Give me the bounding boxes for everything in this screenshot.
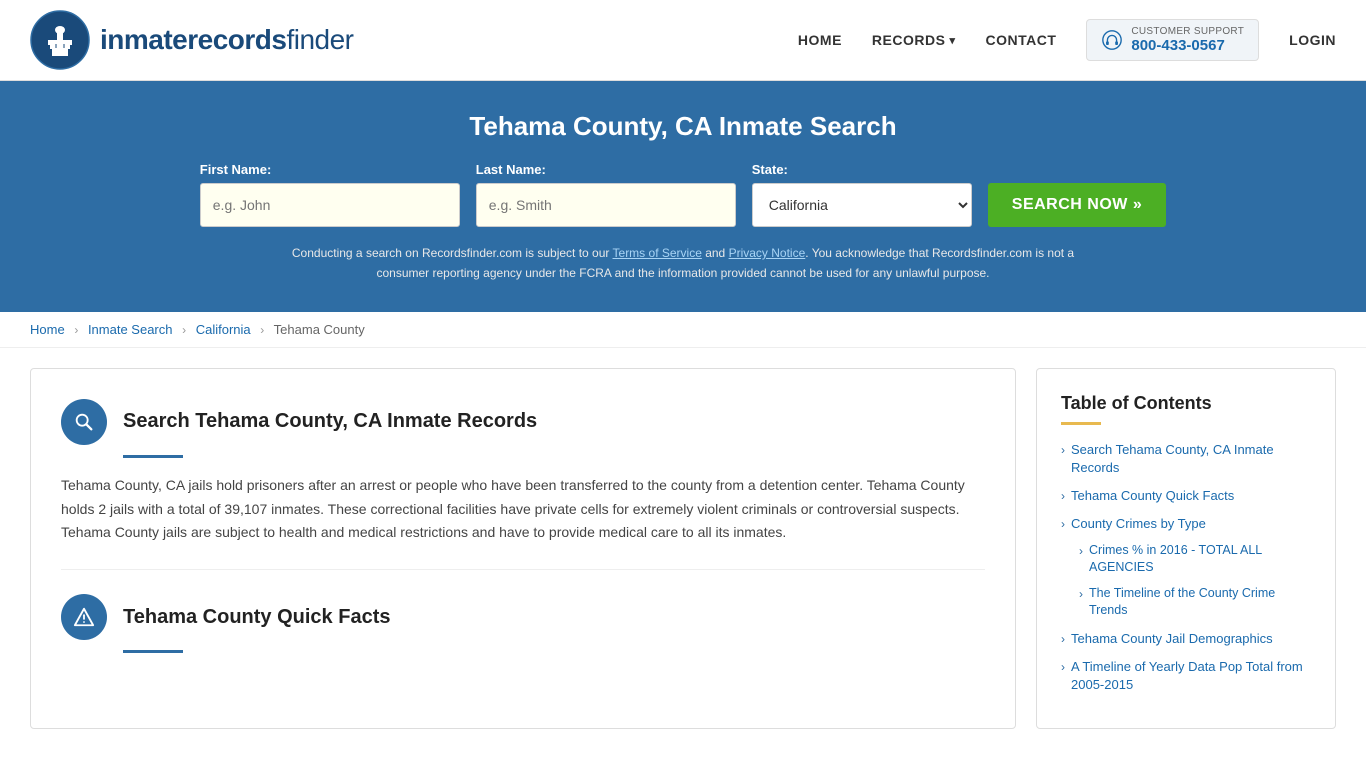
state-label: State: <box>752 162 788 177</box>
section-inmate-records: Search Tehama County, CA Inmate Records … <box>61 399 985 545</box>
breadcrumb-california[interactable]: California <box>196 322 251 337</box>
customer-support-box[interactable]: CUSTOMER SUPPORT 800-433-0567 <box>1086 19 1259 61</box>
toc-link-5[interactable]: › A Timeline of Yearly Data Pop Total fr… <box>1061 658 1311 694</box>
divider <box>61 569 985 570</box>
toc-item-2: › Tehama County Quick Facts <box>1061 487 1311 505</box>
breadcrumb-sep-3: › <box>260 323 264 337</box>
section1-title: Search Tehama County, CA Inmate Records <box>123 410 537 433</box>
toc-arrow-5: › <box>1061 659 1065 676</box>
breadcrumb-home[interactable]: Home <box>30 322 65 337</box>
table-of-contents: Table of Contents › Search Tehama County… <box>1036 368 1336 729</box>
section1-header: Search Tehama County, CA Inmate Records <box>61 399 985 445</box>
toc-arrow-2: › <box>1061 488 1065 505</box>
search-circle-icon <box>61 399 107 445</box>
nav-contact[interactable]: CONTACT <box>985 32 1056 48</box>
search-form: First Name: Last Name: State: California… <box>40 162 1326 227</box>
logo-icon <box>30 10 90 70</box>
breadcrumb-sep-2: › <box>182 323 186 337</box>
toc-item-1: › Search Tehama County, CA Inmate Record… <box>1061 441 1311 477</box>
toc-sub-item-3-1: › Crimes % in 2016 - TOTAL ALL AGENCIES <box>1079 542 1311 577</box>
breadcrumb-sep-1: › <box>74 323 78 337</box>
info-circle-icon <box>61 594 107 640</box>
site-header: inmaterecordsfinder HOME RECORDS ▾ CONTA… <box>0 0 1366 81</box>
section1-underline <box>123 455 183 458</box>
toc-sub-arrow-3-2: › <box>1079 586 1083 603</box>
privacy-link[interactable]: Privacy Notice <box>729 246 806 260</box>
toc-list: › Search Tehama County, CA Inmate Record… <box>1061 441 1311 694</box>
records-dropdown-arrow: ▾ <box>949 34 955 47</box>
headset-icon <box>1101 29 1123 51</box>
toc-item-5: › A Timeline of Yearly Data Pop Total fr… <box>1061 658 1311 694</box>
main-content: Search Tehama County, CA Inmate Records … <box>0 348 1366 749</box>
hero-title: Tehama County, CA Inmate Search <box>40 111 1326 142</box>
toc-sub-arrow-3-1: › <box>1079 543 1083 560</box>
section2-header: Tehama County Quick Facts <box>61 594 985 640</box>
last-name-label: Last Name: <box>476 162 546 177</box>
toc-sub-link-3-2[interactable]: › The Timeline of the County Crime Trend… <box>1079 585 1311 620</box>
toc-underline <box>1061 422 1101 425</box>
section2-title: Tehama County Quick Facts <box>123 606 390 629</box>
hero-section: Tehama County, CA Inmate Search First Na… <box>0 81 1366 312</box>
state-select[interactable]: California <box>752 183 972 227</box>
first-name-label: First Name: <box>200 162 272 177</box>
section2-underline <box>123 650 183 653</box>
toc-link-3[interactable]: › County Crimes by Type <box>1061 515 1311 533</box>
toc-item-4: › Tehama County Jail Demographics <box>1061 630 1311 648</box>
breadcrumb-current: Tehama County <box>274 322 365 337</box>
toc-sub-item-3-2: › The Timeline of the County Crime Trend… <box>1079 585 1311 620</box>
toc-link-2[interactable]: › Tehama County Quick Facts <box>1061 487 1311 505</box>
first-name-input[interactable] <box>200 183 460 227</box>
login-button[interactable]: LOGIN <box>1289 32 1336 48</box>
magnifier-icon <box>73 411 95 433</box>
left-column: Search Tehama County, CA Inmate Records … <box>30 368 1016 729</box>
terms-link[interactable]: Terms of Service <box>613 246 702 260</box>
nav-home[interactable]: HOME <box>798 32 842 48</box>
toc-sub-3: › Crimes % in 2016 - TOTAL ALL AGENCIES … <box>1079 542 1311 620</box>
logo-area: inmaterecordsfinder <box>30 10 354 70</box>
last-name-group: Last Name: <box>476 162 736 227</box>
logo-text: inmaterecordsfinder <box>100 24 354 56</box>
toc-title: Table of Contents <box>1061 393 1311 414</box>
toc-arrow-3: › <box>1061 516 1065 533</box>
toc-arrow-1: › <box>1061 442 1065 459</box>
toc-link-4[interactable]: › Tehama County Jail Demographics <box>1061 630 1311 648</box>
last-name-input[interactable] <box>476 183 736 227</box>
first-name-group: First Name: <box>200 162 460 227</box>
search-now-button[interactable]: SEARCH NOW » <box>988 183 1166 227</box>
state-group: State: California <box>752 162 972 227</box>
toc-sub-link-3-1[interactable]: › Crimes % in 2016 - TOTAL ALL AGENCIES <box>1079 542 1311 577</box>
support-text: CUSTOMER SUPPORT 800-433-0567 <box>1131 26 1244 54</box>
section1-body: Tehama County, CA jails hold prisoners a… <box>61 474 985 545</box>
alert-icon <box>73 606 95 628</box>
main-nav: HOME RECORDS ▾ CONTACT CUSTOMER SUPPORT … <box>798 19 1336 61</box>
nav-records[interactable]: RECORDS ▾ <box>872 32 956 48</box>
toc-link-1[interactable]: › Search Tehama County, CA Inmate Record… <box>1061 441 1311 477</box>
breadcrumb-inmate-search[interactable]: Inmate Search <box>88 322 173 337</box>
legal-text: Conducting a search on Recordsfinder.com… <box>283 243 1083 284</box>
toc-item-3: › County Crimes by Type › Crimes % in 20… <box>1061 515 1311 619</box>
breadcrumb: Home › Inmate Search › California › Teha… <box>0 312 1366 348</box>
section-quick-facts: Tehama County Quick Facts <box>61 594 985 653</box>
toc-arrow-4: › <box>1061 631 1065 648</box>
